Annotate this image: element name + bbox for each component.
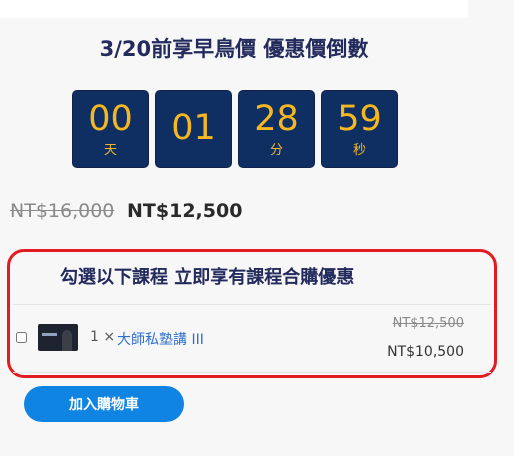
bundle-item-checkbox[interactable] xyxy=(16,332,27,343)
bundle-item-original-price: NT$12,500 xyxy=(392,316,464,331)
top-bar xyxy=(0,0,468,18)
countdown-hours-value: 01 xyxy=(171,108,216,148)
bundle-item: 1 × 大師私塾講 III NT$12,500 NT$10,500 xyxy=(10,312,494,367)
price-row: NT$16,000 NT$12,500 xyxy=(10,200,242,222)
bundle-item-link[interactable]: 大師私塾講 III xyxy=(117,329,204,349)
countdown-days-unit: 天 xyxy=(103,143,117,158)
promo-title: 3/20前享早鳥價 優惠價倒數 xyxy=(99,37,369,61)
divider xyxy=(13,304,491,305)
countdown-days: 00 天 xyxy=(72,90,149,168)
countdown-days-value: 00 xyxy=(88,99,133,139)
add-to-cart-button[interactable]: 加入購物車 xyxy=(24,386,184,422)
thumbnail-speaker xyxy=(62,330,72,351)
divider xyxy=(13,372,491,373)
countdown-minutes: 28 分 xyxy=(238,90,315,168)
bundle-title: 勾選以下課程 立即享有課程合購優惠 xyxy=(60,267,355,288)
countdown-timer: 00 天 01 28 分 59 秒 xyxy=(72,90,398,168)
countdown-minutes-value: 28 xyxy=(254,99,299,139)
countdown-seconds-unit: 秒 xyxy=(352,143,366,158)
sale-price: NT$12,500 xyxy=(127,200,243,222)
course-thumbnail xyxy=(38,324,78,351)
countdown-minutes-unit: 分 xyxy=(269,143,283,158)
thumbnail-title-stripe xyxy=(42,333,57,336)
bundle-item-quantity: 1 × xyxy=(90,329,116,345)
bundle-item-sale-price: NT$10,500 xyxy=(387,344,464,360)
product-page: 3/20前享早鳥價 優惠價倒數 00 天 01 28 分 59 秒 NT$16,… xyxy=(0,0,514,456)
countdown-seconds: 59 秒 xyxy=(321,90,398,168)
countdown-hours: 01 xyxy=(155,90,232,168)
original-price: NT$16,000 xyxy=(10,200,115,222)
countdown-seconds-value: 59 xyxy=(337,99,382,139)
bundle-offer-box: 勾選以下課程 立即享有課程合購優惠 1 × 大師私塾講 III NT$12,50… xyxy=(7,249,497,378)
